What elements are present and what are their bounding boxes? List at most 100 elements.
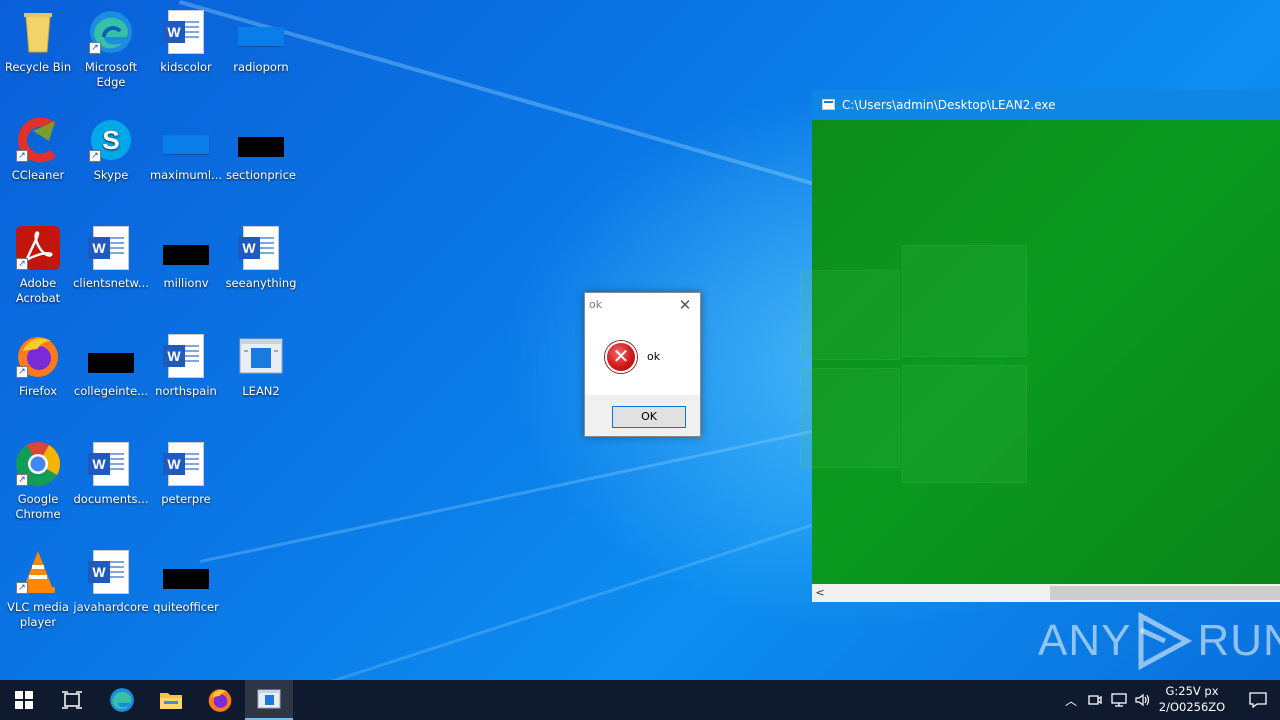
watermark-right-text: RUN	[1197, 616, 1280, 665]
desktop-icon-label: sectionprice	[225, 168, 297, 182]
play-logo-icon	[1138, 612, 1193, 670]
lean2-titlebar[interactable]: C:\Users\admin\Desktop\LEAN2.exe	[812, 90, 1280, 120]
desktop-icon-label: peterpre	[161, 492, 211, 506]
file-explorer-icon	[160, 693, 182, 709]
word-document-icon: W	[162, 8, 210, 56]
network-icon	[1111, 693, 1127, 707]
ok-button[interactable]: OK	[612, 406, 686, 428]
desktop-icon-label: Microsoft Edge	[84, 60, 138, 89]
desktop-icon-adobe-acrobat[interactable]: ↗ Adobe Acrobat	[0, 224, 76, 306]
desktop-icon-vlc[interactable]: ↗ VLC media player	[0, 548, 76, 630]
black-file-icon	[162, 224, 210, 272]
chrome-icon: ↗	[14, 440, 62, 488]
desktop-icon-skype[interactable]: S ↗ Skype	[73, 116, 149, 183]
close-icon[interactable]: ✕	[676, 296, 694, 314]
tray-meet-now[interactable]	[1084, 680, 1106, 720]
desktop-icon-label: millionv	[163, 276, 209, 290]
anyrun-watermark: ANY RUN	[1038, 612, 1280, 670]
taskbar-firefox-button[interactable]	[196, 680, 244, 720]
desktop-icon-maximuml[interactable]: maximuml...	[148, 116, 224, 183]
desktop-icon-seeanything[interactable]: W seeanything	[223, 224, 299, 291]
tray-network[interactable]	[1108, 680, 1130, 720]
taskbar: ︿ G:25V px 2/O0256ZO	[0, 680, 1280, 720]
word-document-icon: W	[87, 224, 135, 272]
wallpaper-logo-pane	[902, 365, 1027, 483]
desktop-icon-clientsnetw[interactable]: W clientsnetw...	[73, 224, 149, 291]
desktop-icon-google-chrome[interactable]: ↗ Google Chrome	[0, 440, 76, 522]
desktop-icon-javahardcore[interactable]: W javahardcore	[73, 548, 149, 615]
volume-icon	[1135, 693, 1150, 707]
notification-center-button[interactable]	[1236, 680, 1280, 720]
notification-icon	[1249, 692, 1267, 708]
skype-icon: S ↗	[87, 116, 135, 164]
clock-time: G:25V px	[1165, 684, 1219, 698]
desktop-icon-label: Skype	[93, 168, 129, 182]
desktop-icon-kidscolor[interactable]: W kidscolor	[148, 8, 224, 75]
desktop-icon-label: VLC media player	[7, 600, 69, 629]
ccleaner-icon: ↗	[14, 116, 62, 164]
desktop-icon-peterpre[interactable]: W peterpre	[148, 440, 224, 507]
error-dialog[interactable]: ok ✕ ✕ ok OK	[584, 292, 701, 437]
vlc-icon: ↗	[14, 548, 62, 596]
desktop-icon-northspain[interactable]: W northspain	[148, 332, 224, 399]
desktop-icon-label: Recycle Bin	[4, 60, 72, 74]
scrollbar-thumb[interactable]	[1050, 586, 1280, 600]
desktop-icon-label: collegeinte...	[73, 384, 149, 398]
desktop-icon-recycle-bin[interactable]: Recycle Bin	[0, 8, 76, 75]
desktop-icon-ccleaner[interactable]: ↗ CCleaner	[0, 116, 76, 183]
lean2-window-title: C:\Users\admin\Desktop\LEAN2.exe	[842, 98, 1056, 112]
desktop-icon-radioporn[interactable]: radioporn	[223, 8, 299, 75]
clock-date: 2/O0256ZO	[1158, 700, 1226, 714]
chevron-up-icon: ︿	[1064, 693, 1077, 708]
black-file-icon	[237, 116, 285, 164]
desktop-icon-label: Google Chrome	[15, 492, 61, 521]
edge-icon	[110, 688, 134, 712]
firefox-icon: ↗	[14, 332, 62, 380]
desktop-icon-microsoft-edge[interactable]: ↗ Microsoft Edge	[73, 8, 149, 90]
shortcut-arrow-icon: ↗	[16, 582, 28, 594]
edge-icon: ↗	[87, 8, 135, 56]
desktop-icon-label: documents...	[73, 492, 149, 506]
word-document-icon: W	[87, 440, 135, 488]
desktop-icon-label: LEAN2	[242, 384, 280, 398]
shortcut-arrow-icon: ↗	[89, 150, 101, 162]
word-document-icon: W	[237, 224, 285, 272]
taskbar-clock[interactable]: G:25V px 2/O0256ZO	[1150, 683, 1234, 715]
desktop-icon-documents[interactable]: W documents...	[73, 440, 149, 507]
desktop-icon-sectionprice[interactable]: sectionprice	[223, 116, 299, 183]
desktop-icon-label: Firefox	[18, 384, 58, 398]
desktop-icon-quiteofficer[interactable]: quiteofficer	[148, 548, 224, 615]
desktop-icon-label: maximuml...	[149, 168, 223, 182]
desktop-icon-lean2[interactable]: LEAN2	[223, 332, 299, 399]
taskbar-lean2-button[interactable]	[245, 680, 293, 720]
tray-overflow-button[interactable]: ︿	[1060, 680, 1082, 720]
desktop-icon-label: seeanything	[225, 276, 297, 290]
black-file-icon	[162, 548, 210, 596]
dialog-footer: OK	[585, 395, 700, 436]
desktop-icon-label: kidscolor	[160, 60, 212, 74]
scroll-left-icon[interactable]: <	[812, 584, 828, 602]
dialog-titlebar[interactable]: ok ✕	[585, 293, 700, 317]
task-view-button[interactable]	[48, 680, 96, 720]
word-document-icon: W	[87, 548, 135, 596]
desktop-icon-millionv[interactable]: millionv	[148, 224, 224, 291]
horizontal-scrollbar[interactable]: <	[812, 584, 1280, 602]
windows-start-icon	[15, 691, 33, 709]
black-file-icon	[87, 332, 135, 380]
dialog-content: ✕ ok	[585, 317, 700, 395]
recycle-bin-icon	[14, 8, 62, 56]
taskbar-edge-button[interactable]	[98, 680, 146, 720]
start-button[interactable]	[0, 680, 48, 720]
wallpaper-logo-pane	[800, 368, 900, 468]
adobe-acrobat-icon: ↗	[14, 224, 62, 272]
lean2-window[interactable]: C:\Users\admin\Desktop\LEAN2.exe <	[800, 90, 1280, 602]
wallpaper-light-ray	[200, 414, 886, 563]
desktop-icon-collegeinte[interactable]: collegeinte...	[73, 332, 149, 399]
blue-file-icon	[162, 116, 210, 164]
task-view-icon	[62, 691, 82, 709]
taskbar-file-explorer-button[interactable]	[147, 680, 195, 720]
lean2-content-area[interactable]	[800, 120, 1280, 584]
desktop-icon-firefox[interactable]: ↗ Firefox	[0, 332, 76, 399]
desktop-icon-label: Adobe Acrobat	[15, 276, 61, 305]
console-app-icon	[822, 99, 835, 110]
